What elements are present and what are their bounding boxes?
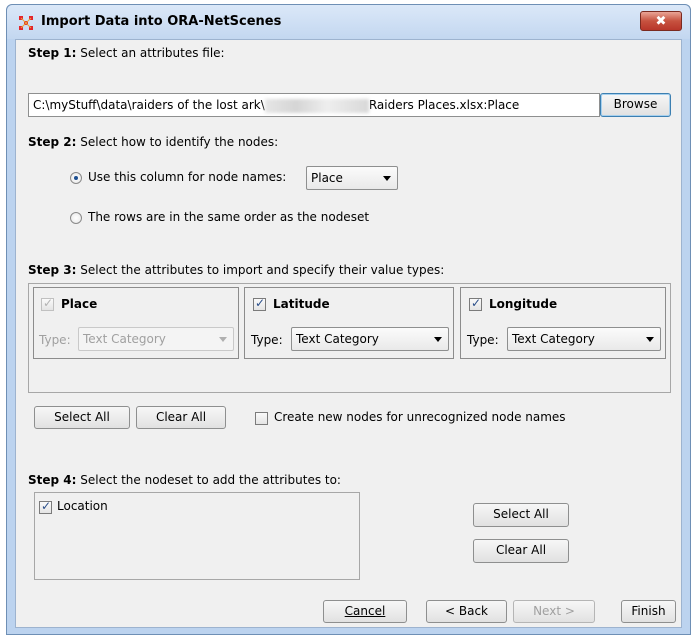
step4-heading: Step 4: Select the nodeset to add the at… bbox=[28, 473, 341, 487]
attributes-panel: Place Type: Text Category Latitude Type:… bbox=[28, 283, 671, 393]
node-name-column-select[interactable]: Place bbox=[306, 166, 398, 190]
finish-button[interactable]: Finish bbox=[621, 600, 676, 623]
import-dialog: Import Data into ORA-NetScenes ✖ Step 1:… bbox=[6, 4, 691, 635]
attribute-longitude-type-value: Text Category bbox=[512, 332, 595, 346]
attribute-latitude-type-select[interactable]: Text Category bbox=[291, 327, 449, 351]
ora-app-icon bbox=[19, 16, 33, 30]
step3-heading: Step 3: Select the attributes to import … bbox=[28, 263, 444, 277]
close-button[interactable]: ✖ bbox=[640, 11, 682, 31]
attribute-place-type-label: Type: bbox=[39, 333, 71, 347]
step3-text: Select the attributes to import and spec… bbox=[80, 263, 445, 277]
radio-use-column[interactable] bbox=[70, 172, 82, 184]
attribute-latitude-name: Latitude bbox=[273, 297, 330, 311]
cancel-button[interactable]: Cancel bbox=[323, 600, 407, 623]
step1-label: Step 1: bbox=[28, 46, 77, 60]
attributes-clear-all-button[interactable]: Clear All bbox=[136, 406, 226, 429]
back-button[interactable]: < Back bbox=[426, 600, 507, 623]
attribute-longitude-type-select[interactable]: Text Category bbox=[507, 327, 661, 351]
attribute-place-type-value: Text Category bbox=[83, 332, 166, 346]
attributes-select-all-button[interactable]: Select All bbox=[34, 406, 130, 429]
cancel-button-label: Cancel bbox=[344, 604, 386, 618]
file-path-prefix: C:\myStuff\data\raiders of the lost ark\ bbox=[33, 98, 265, 112]
step2-heading: Step 2: Select how to identify the nodes… bbox=[28, 135, 278, 149]
step2-label: Step 2: bbox=[28, 135, 77, 149]
next-button-label: Next > bbox=[533, 604, 575, 618]
attribute-latitude-type-value: Text Category bbox=[296, 332, 379, 346]
attribute-latitude-checkbox[interactable] bbox=[253, 296, 266, 311]
step4-label: Step 4: bbox=[28, 473, 77, 487]
title-bar[interactable]: Import Data into ORA-NetScenes ✖ bbox=[7, 5, 690, 39]
attribute-latitude-type-label: Type: bbox=[251, 333, 283, 347]
node-name-column-value: Place bbox=[311, 171, 343, 185]
nodeset-clear-all-button[interactable]: Clear All bbox=[473, 539, 569, 563]
attribute-longitude: Longitude Type: Text Category bbox=[460, 287, 666, 359]
radio-rows-order[interactable] bbox=[70, 212, 82, 224]
close-icon: ✖ bbox=[655, 14, 667, 29]
attribute-longitude-checkbox[interactable] bbox=[469, 296, 482, 311]
attribute-longitude-name: Longitude bbox=[489, 297, 558, 311]
step1-text: Select an attributes file: bbox=[80, 46, 225, 60]
attribute-place-checkbox[interactable] bbox=[41, 296, 54, 311]
dialog-title: Import Data into ORA-NetScenes bbox=[41, 14, 282, 29]
next-button[interactable]: Next > bbox=[513, 600, 595, 623]
chevron-down-icon bbox=[383, 176, 391, 181]
file-path-suffix: Raiders Places.xlsx:Place bbox=[368, 98, 520, 112]
step4-text: Select the nodeset to add the attributes… bbox=[80, 473, 341, 487]
attribute-place: Place Type: Text Category bbox=[33, 287, 239, 359]
nodeset-location-checkbox[interactable] bbox=[39, 499, 52, 514]
attribute-place-type-select[interactable]: Text Category bbox=[78, 327, 234, 351]
attributes-file-field[interactable]: C:\myStuff\data\raiders of the lost ark\… bbox=[28, 93, 600, 117]
chevron-down-icon bbox=[646, 337, 654, 342]
dialog-content: Step 1: Select an attributes file: C:\my… bbox=[15, 39, 682, 628]
attribute-longitude-type-label: Type: bbox=[467, 333, 499, 347]
attribute-place-name: Place bbox=[61, 297, 98, 311]
rows-order-label[interactable]: The rows are in the same order as the no… bbox=[88, 210, 369, 224]
redacted-name bbox=[264, 98, 369, 113]
nodeset-location-label[interactable]: Location bbox=[57, 499, 108, 513]
nodeset-select-all-button[interactable]: Select All bbox=[473, 503, 569, 527]
chevron-down-icon bbox=[219, 337, 227, 342]
attribute-latitude: Latitude Type: Text Category bbox=[244, 287, 454, 359]
browse-button[interactable]: Browse bbox=[600, 93, 671, 117]
chevron-down-icon bbox=[434, 337, 442, 342]
create-nodes-checkbox[interactable] bbox=[255, 412, 268, 425]
finish-button-label: Finish bbox=[631, 604, 666, 618]
step3-label: Step 3: bbox=[28, 263, 77, 277]
step1-heading: Step 1: Select an attributes file: bbox=[28, 46, 225, 60]
back-button-label: < Back bbox=[444, 604, 488, 618]
nodeset-list: Location bbox=[34, 492, 360, 580]
step2-text: Select how to identify the nodes: bbox=[80, 135, 279, 149]
create-nodes-label[interactable]: Create new nodes for unrecognized node n… bbox=[274, 410, 566, 424]
use-column-label[interactable]: Use this column for node names: bbox=[88, 170, 286, 184]
